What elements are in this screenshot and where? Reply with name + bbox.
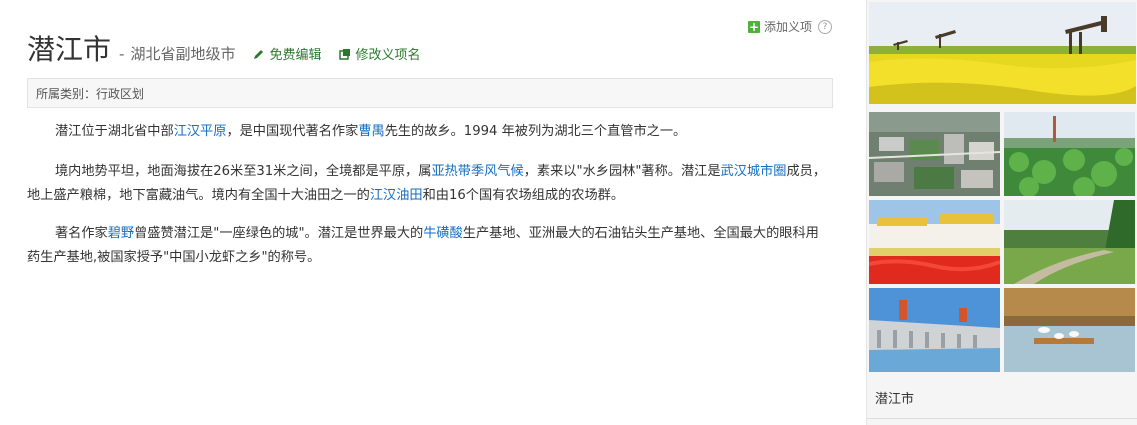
plus-icon: + bbox=[748, 19, 760, 34]
photo-aerial-city[interactable] bbox=[869, 112, 1000, 196]
sidebar-album: 潜江市 bbox=[866, 0, 1137, 425]
add-item-button[interactable]: + 添加义项 ? bbox=[748, 18, 833, 35]
pencil-icon bbox=[254, 50, 264, 59]
paragraph-1: 潜江位于湖北省中部江汉平原，是中国现代著名作家曹禺先生的故乡。1994 年被列为… bbox=[55, 124, 687, 139]
sidebar-divider bbox=[867, 418, 1137, 419]
photo-gallery[interactable] bbox=[869, 2, 1136, 372]
link-jianghan-plain[interactable]: 江汉平原 bbox=[174, 124, 227, 139]
link-subtropical-monsoon[interactable]: 亚热带季风气候 bbox=[431, 164, 523, 179]
photo-sluice-gate[interactable] bbox=[869, 288, 1000, 372]
link-bi-ye[interactable]: 碧野 bbox=[108, 226, 134, 241]
paragraph-3: 著名作家碧野曾盛赞潜江是"一座绿色的城"。潜江是世界最大的牛磺酸生产基地、亚洲最… bbox=[27, 226, 819, 265]
free-edit-label: 免费编辑 bbox=[269, 47, 322, 63]
help-icon[interactable]: ? bbox=[818, 19, 833, 34]
free-edit-button[interactable]: 免费编辑 bbox=[253, 44, 321, 63]
link-cao-yu[interactable]: 曹禺 bbox=[358, 124, 384, 139]
photo-forest-path[interactable] bbox=[1004, 200, 1135, 284]
photo-cranes-wetland[interactable] bbox=[1004, 288, 1135, 372]
album-caption[interactable]: 潜江市 bbox=[875, 388, 914, 407]
link-jianghan-oilfield[interactable]: 江汉油田 bbox=[370, 188, 423, 203]
title-row: 潜江市 - 湖北省副地级市 免费编辑 修改义项名 bbox=[27, 28, 420, 68]
link-taurine[interactable]: 牛磺酸 bbox=[423, 226, 463, 241]
photo-lotus-pond[interactable] bbox=[1004, 112, 1135, 196]
paragraph-2: 境内地势平坦，地面海拔在26米至31米之间，全境都是平原，属亚热带季风气候，素来… bbox=[27, 164, 827, 203]
photo-grid bbox=[869, 112, 1136, 372]
main-content: + 添加义项 ? 潜江市 - 湖北省副地级市 免费编辑 修改义项名 所属类别：行政… bbox=[0, 0, 850, 425]
add-item-label: 添加义项 bbox=[764, 20, 813, 34]
edit-name-icon bbox=[339, 49, 351, 60]
link-wuhan-city-circle[interactable]: 武汉城市圈 bbox=[721, 164, 787, 179]
modify-item-name-button[interactable]: 修改义项名 bbox=[339, 44, 420, 63]
category-bar: 所属类别：行政区划 bbox=[27, 78, 833, 108]
page-subtitle: - 湖北省副地级市 bbox=[119, 45, 236, 63]
photo-flower-park-bridge[interactable] bbox=[869, 200, 1000, 284]
photo-rapeseed-oil-pumps[interactable] bbox=[869, 2, 1136, 104]
modify-item-name-label: 修改义项名 bbox=[355, 47, 421, 63]
page-title: 潜江市 bbox=[27, 33, 112, 66]
